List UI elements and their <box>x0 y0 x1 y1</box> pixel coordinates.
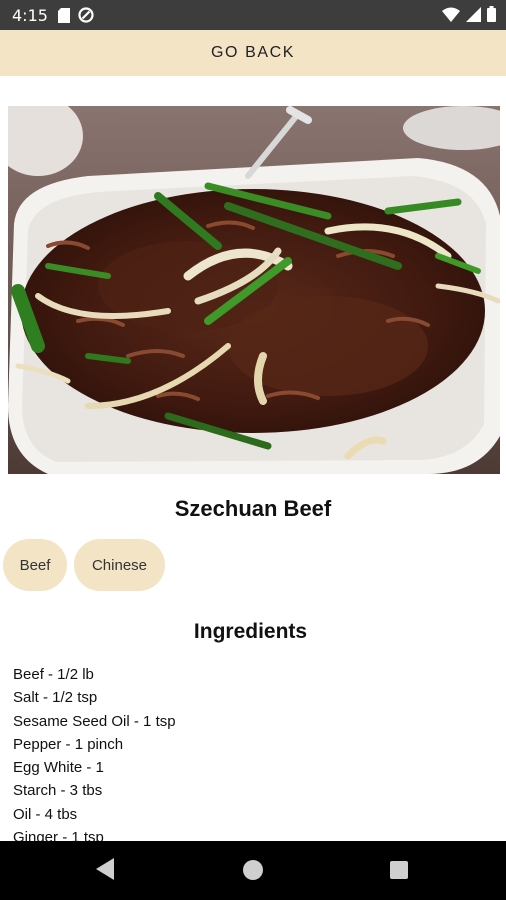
tag-chip-chinese[interactable]: Chinese <box>74 539 165 591</box>
ingredients-heading: Ingredients <box>193 620 308 643</box>
recents-square-icon[interactable] <box>390 861 408 879</box>
status-bar: 4:15 <box>0 0 506 30</box>
recipe-title: Szechuan Beef <box>174 496 332 521</box>
back-triangle-icon[interactable] <box>96 858 114 880</box>
signal-icon <box>466 6 481 22</box>
no-disturb-icon <box>78 7 94 23</box>
ingredient-item: Starch - 3 tbs <box>13 782 103 800</box>
ingredient-item: Salt - 1/2 tsp <box>13 689 98 707</box>
navigation-bar <box>0 841 506 900</box>
ingredient-item: Egg White - 1 <box>13 759 104 777</box>
go-back-button[interactable]: GO BACK <box>0 30 506 76</box>
ingredient-item: Beef - 1/2 lb <box>13 666 94 683</box>
ingredient-item: Ginger - 1 tsp <box>13 829 104 841</box>
battery-icon <box>487 6 496 22</box>
ingredient-item: Sesame Seed Oil - 1 tsp <box>13 712 176 730</box>
sd-card-icon <box>58 7 70 23</box>
ingredient-item: Oil - 4 tbs <box>13 805 78 823</box>
ingredients-list: Beef - 1/2 lb Salt - 1/2 tsp Sesame Seed… <box>13 663 493 841</box>
recipe-photo <box>8 106 500 474</box>
status-time: 4:15 <box>12 6 48 25</box>
tag-chip-beef[interactable]: Beef <box>3 539 67 591</box>
home-circle-icon[interactable] <box>243 860 263 880</box>
wifi-icon <box>442 7 460 22</box>
ingredient-item: Pepper - 1 pinch <box>13 735 124 753</box>
